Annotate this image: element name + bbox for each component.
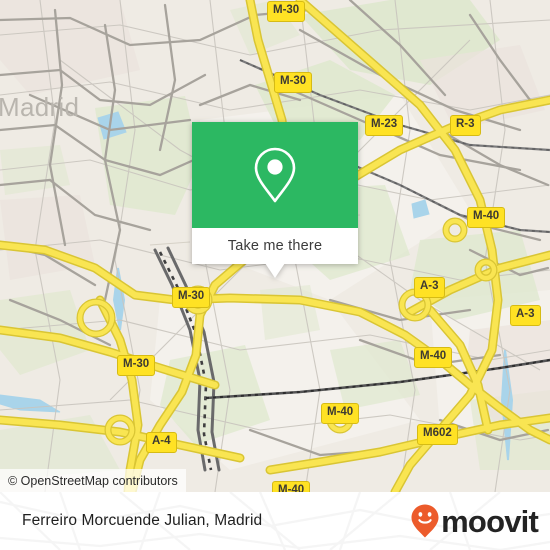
map-share-card: Madrid M-30 M-30 M-23 R-3 M-40 A-3 A-3 M-30 M-30… (0, 0, 550, 550)
road-shield: M602 (417, 424, 458, 445)
road-shield: M-40 (272, 481, 311, 492)
road-shield: M-30 (274, 72, 313, 93)
moovit-logo[interactable]: moovit (410, 492, 539, 550)
take-me-there-button[interactable]: Take me there (192, 228, 358, 264)
road-shield: A-3 (414, 277, 445, 298)
map-attribution: © OpenStreetMap contributors (0, 469, 186, 492)
road-shield: M-23 (365, 115, 404, 136)
map-canvas[interactable]: Madrid M-30 M-30 M-23 R-3 M-40 A-3 A-3 M-30 M-30… (0, 0, 550, 492)
location-callout-card[interactable]: Take me there (192, 122, 358, 278)
footer-bar: Ferreiro Morcuende Julian, Madrid moovit (0, 492, 550, 550)
road-shield: M-30 (267, 1, 306, 22)
place-title: Ferreiro Morcuende Julian, Madrid (22, 512, 263, 529)
callout-tail (265, 263, 285, 278)
map-pin-icon (192, 122, 358, 228)
road-shield: A-3 (510, 305, 541, 326)
road-shield: M-30 (172, 287, 211, 308)
moovit-smiley-pin-icon (410, 503, 440, 539)
road-shield: M-40 (414, 347, 453, 368)
road-shield: A-4 (146, 432, 177, 453)
take-me-there-label: Take me there (227, 238, 323, 254)
road-shield: R-3 (450, 115, 481, 136)
road-shield: M-40 (321, 403, 360, 424)
road-shield: M-40 (467, 207, 506, 228)
road-shield: M-30 (117, 355, 156, 376)
moovit-wordmark: moovit (441, 503, 539, 539)
